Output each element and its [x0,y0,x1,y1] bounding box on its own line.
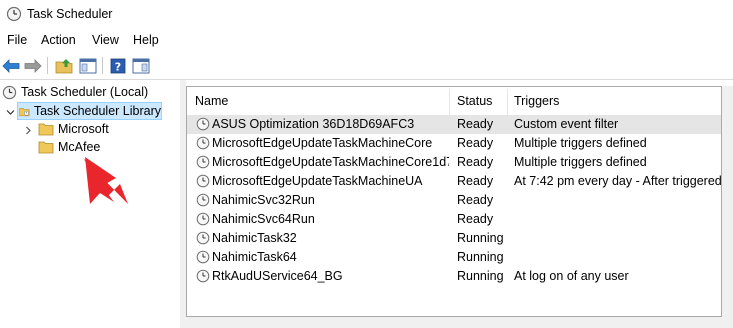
tree-node-library[interactable]: Task Scheduler Library [17,102,162,120]
title-bar: Task Scheduler [0,0,733,30]
task-clock-icon [196,269,210,283]
back-arrow-icon [2,59,20,73]
table-row[interactable]: MicrosoftEdgeUpdateTaskMachineUA Ready At … [187,172,722,191]
clock-icon [2,85,17,99]
task-status-cell: Ready [457,174,494,188]
task-status-cell: Ready [457,117,494,131]
table-row[interactable]: NahimicSvc64Run Ready [187,210,721,229]
task-name-cell: MicrosoftEdgeUpdateTaskMachineUA [212,174,423,188]
tree-label-library: Task Scheduler Library [33,104,161,118]
menu-action[interactable]: Action [41,33,76,47]
table-row[interactable]: ASUS Optimization 36D18D69AFC3 Ready Custo… [187,115,721,134]
folder-up-icon [55,59,73,74]
task-triggers-cell: Multiple triggers defined [514,136,647,150]
chevron-right-icon [25,126,31,134]
task-status-cell: Running [457,269,504,283]
show-hide-console-tree-icon [79,58,97,74]
task-clock-icon [196,174,210,188]
task-triggers-cell: At 7:42 pm every day - After triggered, … [514,174,722,188]
tree-node-root[interactable]: Task Scheduler (Local) [2,83,148,101]
toolbar: ? [0,52,733,79]
task-list: Name Status Triggers ASUS Optimization 3… [186,86,722,328]
task-clock-icon [196,117,210,131]
task-clock-icon [196,193,210,207]
table-row[interactable]: MicrosoftEdgeUpdateTaskMachineCore1d7...… [187,153,721,172]
toolbar-separator [47,57,48,74]
folder-icon [38,123,54,136]
task-clock-icon [196,231,210,245]
menu-view[interactable]: View [92,33,119,47]
table-row[interactable]: NahimicTask32 Running [187,229,721,248]
task-status-cell: Ready [457,212,494,226]
column-header-status[interactable]: Status [457,87,507,115]
column-separator[interactable] [507,89,508,115]
task-status-cell: Ready [457,136,494,150]
task-status-cell: Ready [457,193,494,207]
task-clock-icon [196,136,210,150]
show-hide-console-tree-button[interactable] [78,56,98,76]
toolbar-separator [102,57,103,74]
help-icon: ? [110,58,126,74]
task-status-cell: Ready [457,155,494,169]
task-triggers-cell: At log on of any user [514,269,629,283]
table-row[interactable]: NahimicSvc32Run Ready [187,191,721,210]
forward-arrow-icon [24,59,42,73]
task-name-cell: ASUS Optimization 36D18D69AFC3 [212,117,415,131]
task-name-cell: NahimicSvc32Run [212,193,315,207]
task-status-cell: Running [457,231,504,245]
forward-button[interactable] [23,56,43,76]
column-separator[interactable] [449,89,450,115]
library-expander[interactable] [5,107,15,117]
microsoft-expander[interactable] [23,125,33,135]
tree-node-mcafee[interactable]: McAfee [38,138,100,156]
task-triggers-cell: Multiple triggers defined [514,155,647,169]
menu-bar: File Action View Help [0,30,733,52]
column-header-triggers[interactable]: Triggers [514,87,714,115]
task-triggers-cell: Custom event filter [514,117,619,131]
task-clock-icon [196,250,210,264]
details-pane-edge [186,316,722,328]
up-one-level-button[interactable] [54,56,74,76]
folder-clock-icon [19,107,30,116]
task-clock-icon [196,155,210,169]
help-button[interactable]: ? [108,56,128,76]
task-clock-icon [196,212,210,226]
menu-help[interactable]: Help [133,33,159,47]
red-pointer-arrow-icon [83,157,128,204]
task-name-cell: RtkAudUService64_BG [212,269,343,283]
task-name-cell: MicrosoftEdgeUpdateTaskMachineCore1d7... [212,155,449,169]
show-hide-action-pane-icon [132,58,150,74]
tree-node-microsoft[interactable]: Microsoft [38,120,109,138]
column-header-name[interactable]: Name [195,87,445,115]
task-name-cell: NahimicTask32 [212,231,297,245]
task-status-cell: Running [457,250,504,264]
task-scheduler-clock-icon [6,6,22,22]
folder-icon [38,141,54,154]
table-row[interactable]: RtkAudUService64_BG Running At log on of a… [187,267,721,286]
show-hide-action-pane-button[interactable] [131,56,151,76]
vertical-scrollbar[interactable] [722,86,733,328]
window-title: Task Scheduler [27,7,113,21]
menu-file[interactable]: File [7,33,27,47]
task-name-cell: NahimicSvc64Run [212,212,315,226]
back-button[interactable] [1,56,21,76]
tree-label-mcafee: McAfee [58,140,101,154]
svg-text:?: ? [115,61,121,74]
table-row[interactable]: NahimicTask64 Running [187,248,721,267]
task-name-cell: NahimicTask64 [212,250,297,264]
tree-label-root: Task Scheduler (Local) [21,85,149,99]
table-row[interactable]: MicrosoftEdgeUpdateTaskMachineCore Ready M… [187,134,721,153]
tree-label-microsoft: Microsoft [58,122,109,136]
chevron-down-icon [6,109,14,115]
task-name-cell: MicrosoftEdgeUpdateTaskMachineCore [212,136,433,150]
